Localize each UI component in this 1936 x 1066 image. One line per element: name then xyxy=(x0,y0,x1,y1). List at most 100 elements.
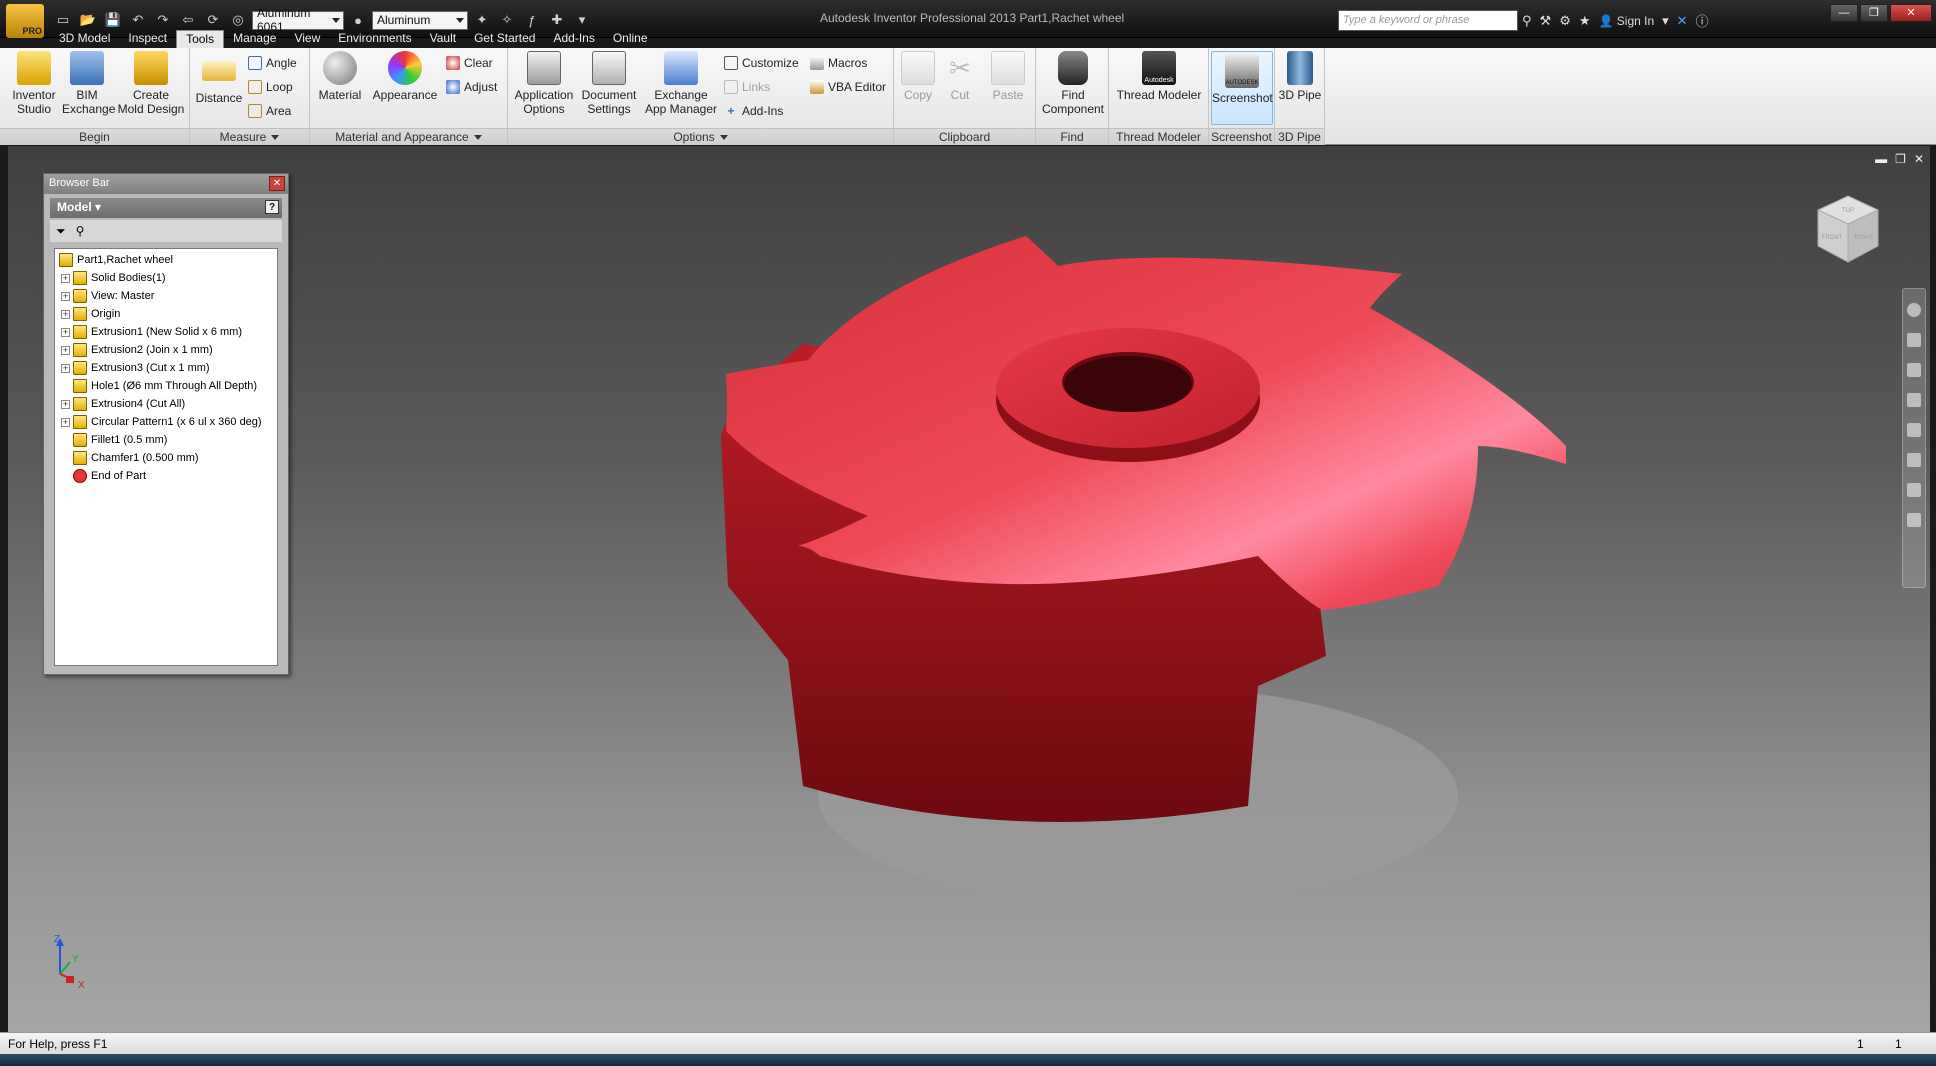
color-icon[interactable]: ● xyxy=(347,11,369,29)
ratchet-wheel-model[interactable] xyxy=(8,146,1930,1032)
expand-icon[interactable]: + xyxy=(61,363,70,373)
select-icon[interactable]: ◎ xyxy=(227,11,249,29)
tab-vault[interactable]: Vault xyxy=(421,30,465,48)
document-settings-button[interactable]: Document Settings xyxy=(578,51,640,116)
material-combo[interactable]: Aluminum 6061 xyxy=(252,6,344,34)
inventor-app-button[interactable]: PRO xyxy=(6,4,44,38)
add-icon[interactable]: ✚ xyxy=(546,11,568,29)
zoom-icon[interactable] xyxy=(1907,363,1921,377)
thread-modeler-button[interactable]: Autodesk Thread Modeler xyxy=(1115,51,1203,102)
tab-add-ins[interactable]: Add-Ins xyxy=(544,30,603,48)
expand-icon[interactable]: + xyxy=(61,327,70,337)
update-icon[interactable]: ⟳ xyxy=(202,11,224,29)
pan-icon[interactable] xyxy=(1907,333,1921,347)
tree-node[interactable]: Chamfer1 (0.500 mm) xyxy=(55,449,277,467)
viewcube-icon[interactable]: TOP FRONT RIGHT xyxy=(1816,194,1880,264)
minimize-icon[interactable]: — xyxy=(1830,4,1858,22)
expand-icon[interactable]: + xyxy=(61,399,70,409)
tree-node[interactable]: + Origin xyxy=(55,305,277,323)
help-icon[interactable]: ⓘ xyxy=(1696,11,1709,30)
tree-node[interactable]: + Extrusion1 (New Solid x 6 mm) xyxy=(55,323,277,341)
sign-in-link[interactable]: 👤 Sign In xyxy=(1599,14,1655,28)
view-face-icon[interactable] xyxy=(1907,453,1921,467)
panel-label-measure[interactable]: Measure xyxy=(190,128,309,145)
cut-button[interactable]: ✂ Cut xyxy=(942,51,978,102)
help-search-input[interactable]: Type a keyword or phrase xyxy=(1338,10,1518,31)
tab-view[interactable]: View xyxy=(285,30,329,48)
exchange-x-icon[interactable]: ✕ xyxy=(1677,13,1688,29)
find-component-button[interactable]: Find Component xyxy=(1040,51,1106,116)
appearance-combo[interactable]: Aluminum xyxy=(372,10,468,30)
expand-icon[interactable]: + xyxy=(61,309,70,319)
filter-icon[interactable]: ⏷ xyxy=(56,224,66,239)
expand-icon[interactable]: + xyxy=(61,345,70,355)
tree-node[interactable]: + Extrusion2 (Join x 1 mm) xyxy=(55,341,277,359)
undo-icon[interactable]: ↶ xyxy=(127,11,149,29)
3d-pipe-button[interactable]: 3D Pipe xyxy=(1277,51,1323,102)
panel-label-options[interactable]: Options xyxy=(508,128,893,145)
tree-node[interactable]: + View: Master xyxy=(55,287,277,305)
area-button[interactable]: Area xyxy=(248,104,291,118)
tree-node[interactable]: + Extrusion4 (Cut All) xyxy=(55,395,277,413)
tree-node[interactable]: + Solid Bodies(1) xyxy=(55,269,277,287)
distance-button[interactable]: Distance xyxy=(194,51,244,105)
tools-icon[interactable]: ⚙ xyxy=(1559,13,1571,29)
orbit-icon[interactable] xyxy=(1907,393,1921,407)
customize-qat-icon[interactable]: ▾ xyxy=(571,11,593,29)
customize-button[interactable]: Customize xyxy=(724,56,799,70)
tree-node[interactable]: + Circular Pattern1 (x 6 ul x 360 deg) xyxy=(55,413,277,431)
paste-button[interactable]: Paste xyxy=(986,51,1030,102)
open-icon[interactable]: 📂 xyxy=(77,11,99,29)
wrench-icon[interactable]: ⚒ xyxy=(1540,13,1552,29)
browser-help-icon[interactable]: ? xyxy=(265,200,279,214)
tab-online[interactable]: Online xyxy=(604,30,657,48)
sign-in-dropdown-icon[interactable]: ▾ xyxy=(1662,13,1669,29)
tree-node[interactable]: Part1,Rachet wheel xyxy=(55,251,277,269)
graphics-viewport[interactable]: ▬ ❐ ✕ TOP FRONT RIGHT Z Y X xyxy=(8,146,1930,1032)
tree-node[interactable]: Hole1 (Ø6 mm Through All Depth) xyxy=(55,377,277,395)
application-options-button[interactable]: Application Options xyxy=(512,51,576,116)
tab-manage[interactable]: Manage xyxy=(224,30,285,48)
bim-exchange-button[interactable]: BIM Exchange xyxy=(62,51,115,116)
tree-node[interactable]: Fillet1 (0.5 mm) xyxy=(55,431,277,449)
browser-close-icon[interactable]: ✕ xyxy=(269,176,285,191)
look-at-icon[interactable] xyxy=(1907,423,1921,437)
angle-button[interactable]: Angle xyxy=(248,56,297,70)
clear-override-icon[interactable]: ✦ xyxy=(471,11,493,29)
restore-icon[interactable]: ❐ xyxy=(1860,4,1888,22)
links-button[interactable]: Links xyxy=(724,80,770,94)
find-icon[interactable]: ⚲ xyxy=(76,224,85,238)
browser-bar-title[interactable]: Browser Bar ✕ xyxy=(44,174,288,194)
screenshot-button[interactable]: AUTODESK Screenshot xyxy=(1211,51,1273,125)
light-icon[interactable] xyxy=(1907,513,1921,527)
close-icon[interactable]: ✕ xyxy=(1890,4,1932,22)
function-icon[interactable]: ƒ xyxy=(521,11,543,29)
tab-environments[interactable]: Environments xyxy=(329,30,420,48)
create-mold-design-button[interactable]: Create Mold Design xyxy=(115,51,187,116)
appearance-button[interactable]: Appearance xyxy=(370,51,440,102)
copy-button[interactable]: Copy xyxy=(898,51,938,102)
clear-button[interactable]: Clear xyxy=(446,56,493,70)
new-icon[interactable]: ▭ xyxy=(52,11,74,29)
tab-tools[interactable]: Tools xyxy=(176,30,225,48)
expand-icon[interactable]: + xyxy=(61,273,70,283)
exchange-app-manager-button[interactable]: Exchange App Manager xyxy=(642,51,720,116)
tab-inspect[interactable]: Inspect xyxy=(119,30,176,48)
tab-get-started[interactable]: Get Started xyxy=(465,30,544,48)
tree-node[interactable]: + Extrusion3 (Cut x 1 mm) xyxy=(55,359,277,377)
adjust-button[interactable]: Adjust xyxy=(446,80,497,94)
add-ins-button[interactable]: + Add-Ins xyxy=(724,104,783,118)
star-icon[interactable]: ★ xyxy=(1579,13,1591,29)
save-icon[interactable]: 💾 xyxy=(102,11,124,29)
model-dropdown[interactable]: Model ▾ ? xyxy=(50,198,282,218)
panel-label-material[interactable]: Material and Appearance xyxy=(310,128,507,145)
vba-editor-button[interactable]: VBA Editor xyxy=(810,80,886,94)
tree-node[interactable]: End of Part xyxy=(55,467,277,485)
inventor-studio-button[interactable]: Inventor Studio xyxy=(8,51,60,116)
macros-button[interactable]: Macros xyxy=(810,56,867,70)
section-icon[interactable] xyxy=(1907,483,1921,497)
loop-button[interactable]: Loop xyxy=(248,80,293,94)
steering-wheel-icon[interactable] xyxy=(1907,303,1921,317)
adjust-icon[interactable]: ✧ xyxy=(496,11,518,29)
return-icon[interactable]: ⇦ xyxy=(177,11,199,29)
